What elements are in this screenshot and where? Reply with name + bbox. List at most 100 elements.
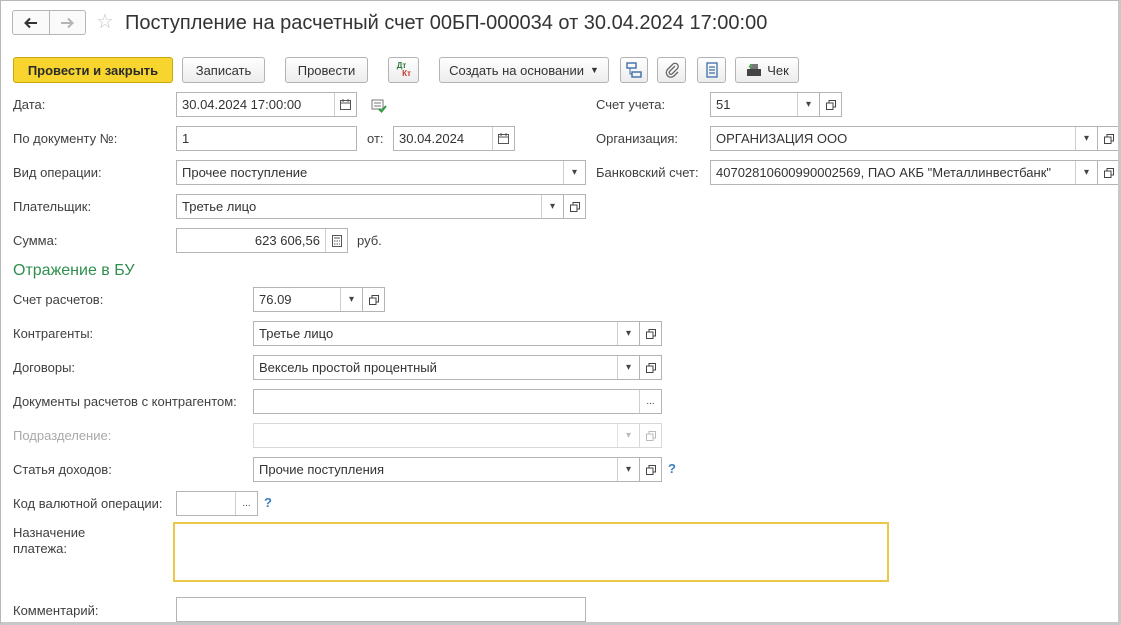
division-value bbox=[254, 424, 617, 447]
accounting-entries-icon[interactable] bbox=[371, 99, 387, 116]
doc-number-field[interactable]: 1 bbox=[176, 126, 357, 151]
doc-date-label: от: bbox=[367, 131, 384, 146]
chevron-down-icon[interactable]: ▾ bbox=[541, 195, 563, 218]
arrow-right-icon bbox=[61, 17, 75, 28]
post-button[interactable]: Провести bbox=[285, 57, 368, 83]
payer-select[interactable]: Третье лицо ▾ bbox=[176, 194, 564, 219]
currency-op-field[interactable]: ... bbox=[176, 491, 258, 516]
back-button[interactable] bbox=[13, 11, 49, 34]
cash-register-icon bbox=[747, 64, 762, 76]
counterparties-select[interactable]: Третье лицо ▾ bbox=[253, 321, 640, 346]
open-icon[interactable] bbox=[1098, 160, 1120, 185]
chevron-down-icon[interactable]: ▾ bbox=[1075, 161, 1097, 184]
open-icon[interactable] bbox=[640, 355, 662, 380]
currency-op-value bbox=[177, 492, 235, 515]
comment-label: Комментарий: bbox=[13, 603, 99, 618]
structure-icon bbox=[626, 62, 642, 78]
comment-value bbox=[177, 598, 585, 621]
calculator-icon[interactable] bbox=[325, 229, 347, 252]
purpose-value bbox=[175, 524, 887, 580]
document-list-icon bbox=[705, 62, 718, 78]
operation-type-label: Вид операции: bbox=[13, 165, 102, 180]
organization-select[interactable]: ОРГАНИЗАЦИЯ ООО ▾ bbox=[710, 126, 1098, 151]
purpose-label: Назначение платежа: bbox=[13, 525, 86, 556]
open-icon[interactable] bbox=[564, 194, 586, 219]
counterparties-value: Третье лицо bbox=[259, 326, 334, 341]
chevron-down-icon[interactable]: ▾ bbox=[1075, 127, 1097, 150]
open-icon[interactable] bbox=[1098, 126, 1120, 151]
doc-date-field[interactable]: 30.04.2024 bbox=[393, 126, 515, 151]
settlement-account-select[interactable]: 76.09 ▾ bbox=[253, 287, 363, 312]
dropdown-caret-icon: ▼ bbox=[589, 65, 599, 75]
post-and-close-button[interactable]: Провести и закрыть bbox=[13, 57, 173, 83]
open-icon[interactable] bbox=[820, 92, 842, 117]
settlement-account-value: 76.09 bbox=[259, 292, 292, 307]
forward-button[interactable] bbox=[48, 11, 86, 34]
chevron-down-icon[interactable]: ▾ bbox=[563, 161, 585, 184]
contracts-value: Вексель простой процентный bbox=[259, 360, 437, 375]
paperclip-icon bbox=[665, 62, 679, 78]
division-select: ▾ bbox=[253, 423, 640, 448]
doc-date-value: 30.04.2024 bbox=[399, 131, 465, 146]
kt-label: Кт bbox=[402, 69, 411, 78]
attachments-button[interactable] bbox=[657, 57, 686, 83]
currency-op-label: Код валютной операции: bbox=[13, 496, 163, 511]
settlement-docs-field[interactable]: ... bbox=[253, 389, 662, 414]
help-icon[interactable]: ? bbox=[668, 461, 676, 476]
open-icon[interactable] bbox=[640, 321, 662, 346]
operation-type-select[interactable]: Прочее поступление ▾ bbox=[176, 160, 586, 185]
contracts-select[interactable]: Вексель простой процентный ▾ bbox=[253, 355, 640, 380]
save-button[interactable]: Записать bbox=[182, 57, 265, 83]
report-button[interactable] bbox=[697, 57, 726, 83]
account-value: 51 bbox=[716, 97, 731, 112]
favorite-star-icon[interactable]: ☆ bbox=[96, 10, 114, 34]
division-label: Подразделение: bbox=[13, 428, 112, 443]
help-icon[interactable]: ? bbox=[264, 495, 272, 510]
payer-label: Плательщик: bbox=[13, 199, 92, 214]
receipt-button[interactable]: Чек bbox=[735, 57, 799, 83]
account-label: Счет учета: bbox=[596, 97, 666, 112]
settlement-docs-label: Документы расчетов с контрагентом: bbox=[13, 394, 237, 409]
chevron-down-icon[interactable]: ▾ bbox=[617, 356, 639, 379]
comment-field[interactable] bbox=[176, 597, 586, 622]
bank-account-value: 40702810600990002569, ПАО АКБ "Металлинв… bbox=[716, 165, 1052, 180]
open-icon[interactable] bbox=[363, 287, 385, 312]
amount-label: Сумма: bbox=[13, 233, 58, 248]
chevron-down-icon[interactable]: ▾ bbox=[617, 458, 639, 481]
calendar-icon[interactable] bbox=[492, 127, 514, 150]
organization-label: Организация: bbox=[596, 131, 679, 146]
chevron-down-icon[interactable]: ▾ bbox=[340, 288, 362, 311]
bank-account-label: Банковский счет: bbox=[596, 165, 699, 180]
contracts-label: Договоры: bbox=[13, 360, 76, 375]
date-label: Дата: bbox=[13, 97, 46, 112]
structure-button[interactable] bbox=[620, 57, 648, 83]
date-field[interactable]: 30.04.2024 17:00:00 bbox=[176, 92, 357, 117]
counterparties-label: Контрагенты: bbox=[13, 326, 94, 341]
create-based-on-button[interactable]: Создать на основании ▼ bbox=[439, 57, 609, 83]
settlement-account-label: Счет расчетов: bbox=[13, 292, 104, 307]
arrow-left-icon bbox=[23, 17, 37, 28]
currency-label: руб. bbox=[357, 233, 382, 248]
open-icon[interactable] bbox=[640, 457, 662, 482]
ellipsis-button[interactable]: ... bbox=[639, 390, 661, 413]
dt-kt-button[interactable]: Дт Кт bbox=[388, 57, 419, 83]
chevron-down-icon: ▾ bbox=[617, 424, 639, 447]
calendar-icon[interactable] bbox=[334, 93, 356, 116]
doc-number-label: По документу №: bbox=[13, 131, 118, 146]
chevron-down-icon[interactable]: ▾ bbox=[797, 93, 819, 116]
purpose-textarea[interactable] bbox=[173, 522, 889, 582]
chevron-down-icon[interactable]: ▾ bbox=[617, 322, 639, 345]
receipt-label: Чек bbox=[767, 62, 789, 78]
ellipsis-button[interactable]: ... bbox=[235, 492, 257, 515]
payer-value: Третье лицо bbox=[182, 199, 257, 214]
bank-account-select[interactable]: 40702810600990002569, ПАО АКБ "Металлинв… bbox=[710, 160, 1098, 185]
income-item-select[interactable]: Прочие поступления ▾ bbox=[253, 457, 640, 482]
settlement-docs-value bbox=[254, 390, 639, 413]
page-title: Поступление на расчетный счет 00БП-00003… bbox=[125, 12, 768, 34]
account-select[interactable]: 51 ▾ bbox=[710, 92, 820, 117]
amount-field[interactable]: 623 606,56 bbox=[176, 228, 348, 253]
open-icon bbox=[640, 423, 662, 448]
navigation-buttons bbox=[12, 10, 86, 35]
operation-type-value: Прочее поступление bbox=[182, 165, 308, 180]
amount-value: 623 606,56 bbox=[254, 233, 320, 248]
